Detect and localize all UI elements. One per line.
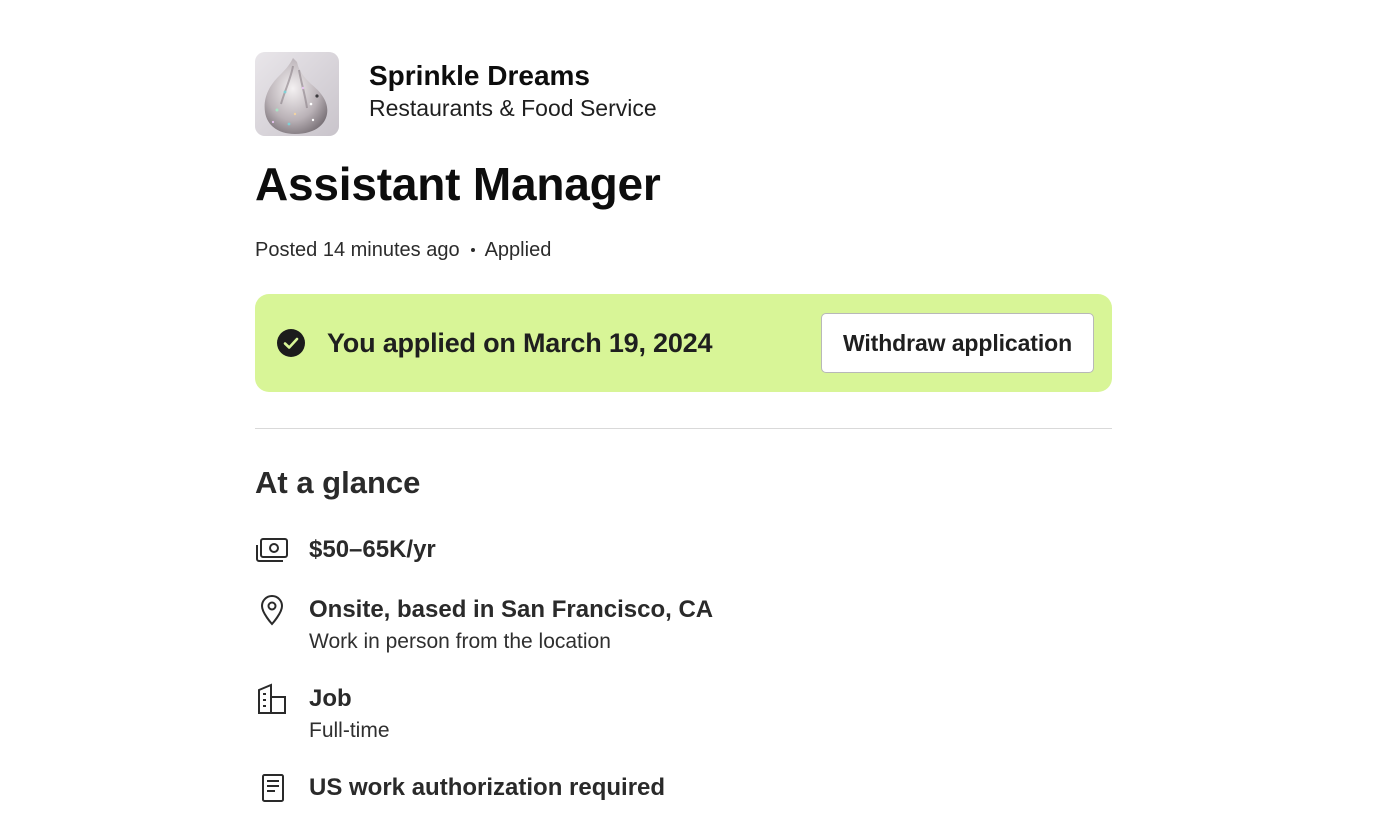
glance-item-salary: $50–65K/yr <box>255 535 1112 567</box>
application-status: Applied <box>484 239 552 261</box>
glance-item-texts: Job Full-time <box>309 684 390 745</box>
job-type-title: Job <box>309 685 352 712</box>
at-a-glance-list: $50–65K/yr Onsite, based in San Francisc… <box>255 535 1112 805</box>
location-title: Onsite, based in San Francisco, CA <box>309 596 714 623</box>
money-icon <box>255 533 289 567</box>
applied-message: You applied on March 19, 2024 <box>327 327 713 358</box>
location-subtitle: Work in person from the location <box>309 630 611 653</box>
company-info: Sprinkle Dreams Restaurants & Food Servi… <box>369 60 657 123</box>
glance-item-authorization: US work authorization required <box>255 773 1112 805</box>
job-type-subtitle: Full-time <box>309 719 390 742</box>
check-circle-icon <box>277 329 305 357</box>
job-meta: Posted 14 minutes ago Applied <box>255 238 1112 262</box>
building-icon <box>255 682 289 716</box>
glance-item-texts: Onsite, based in San Francisco, CA Work … <box>309 595 713 656</box>
authorization-title: US work authorization required <box>309 774 666 801</box>
glance-item-texts: US work authorization required <box>309 773 665 803</box>
company-header: Sprinkle Dreams Restaurants & Food Servi… <box>255 52 1112 136</box>
at-a-glance-heading: At a glance <box>255 465 421 500</box>
company-name[interactable]: Sprinkle Dreams <box>369 59 657 93</box>
company-industry: Restaurants & Food Service <box>369 95 657 121</box>
applied-banner: You applied on March 19, 2024 Withdraw a… <box>255 294 1112 392</box>
separator-dot <box>470 248 475 252</box>
glance-item-job-type: Job Full-time <box>255 682 1112 745</box>
job-detail-page: Sprinkle Dreams Restaurants & Food Servi… <box>0 0 1374 840</box>
job-detail-content: Sprinkle Dreams Restaurants & Food Servi… <box>255 52 1112 833</box>
withdraw-application-button[interactable]: Withdraw application <box>821 313 1094 373</box>
document-icon <box>255 771 289 805</box>
glance-item-location: Onsite, based in San Francisco, CA Work … <box>255 595 1112 656</box>
glance-item-texts: $50–65K/yr <box>309 535 436 565</box>
company-logo[interactable] <box>255 52 339 136</box>
section-divider <box>255 428 1112 429</box>
posted-time: Posted 14 minutes ago <box>255 239 460 261</box>
location-pin-icon <box>255 593 289 627</box>
salary-range: $50–65K/yr <box>309 536 436 563</box>
job-title: Assistant Manager <box>255 158 661 210</box>
